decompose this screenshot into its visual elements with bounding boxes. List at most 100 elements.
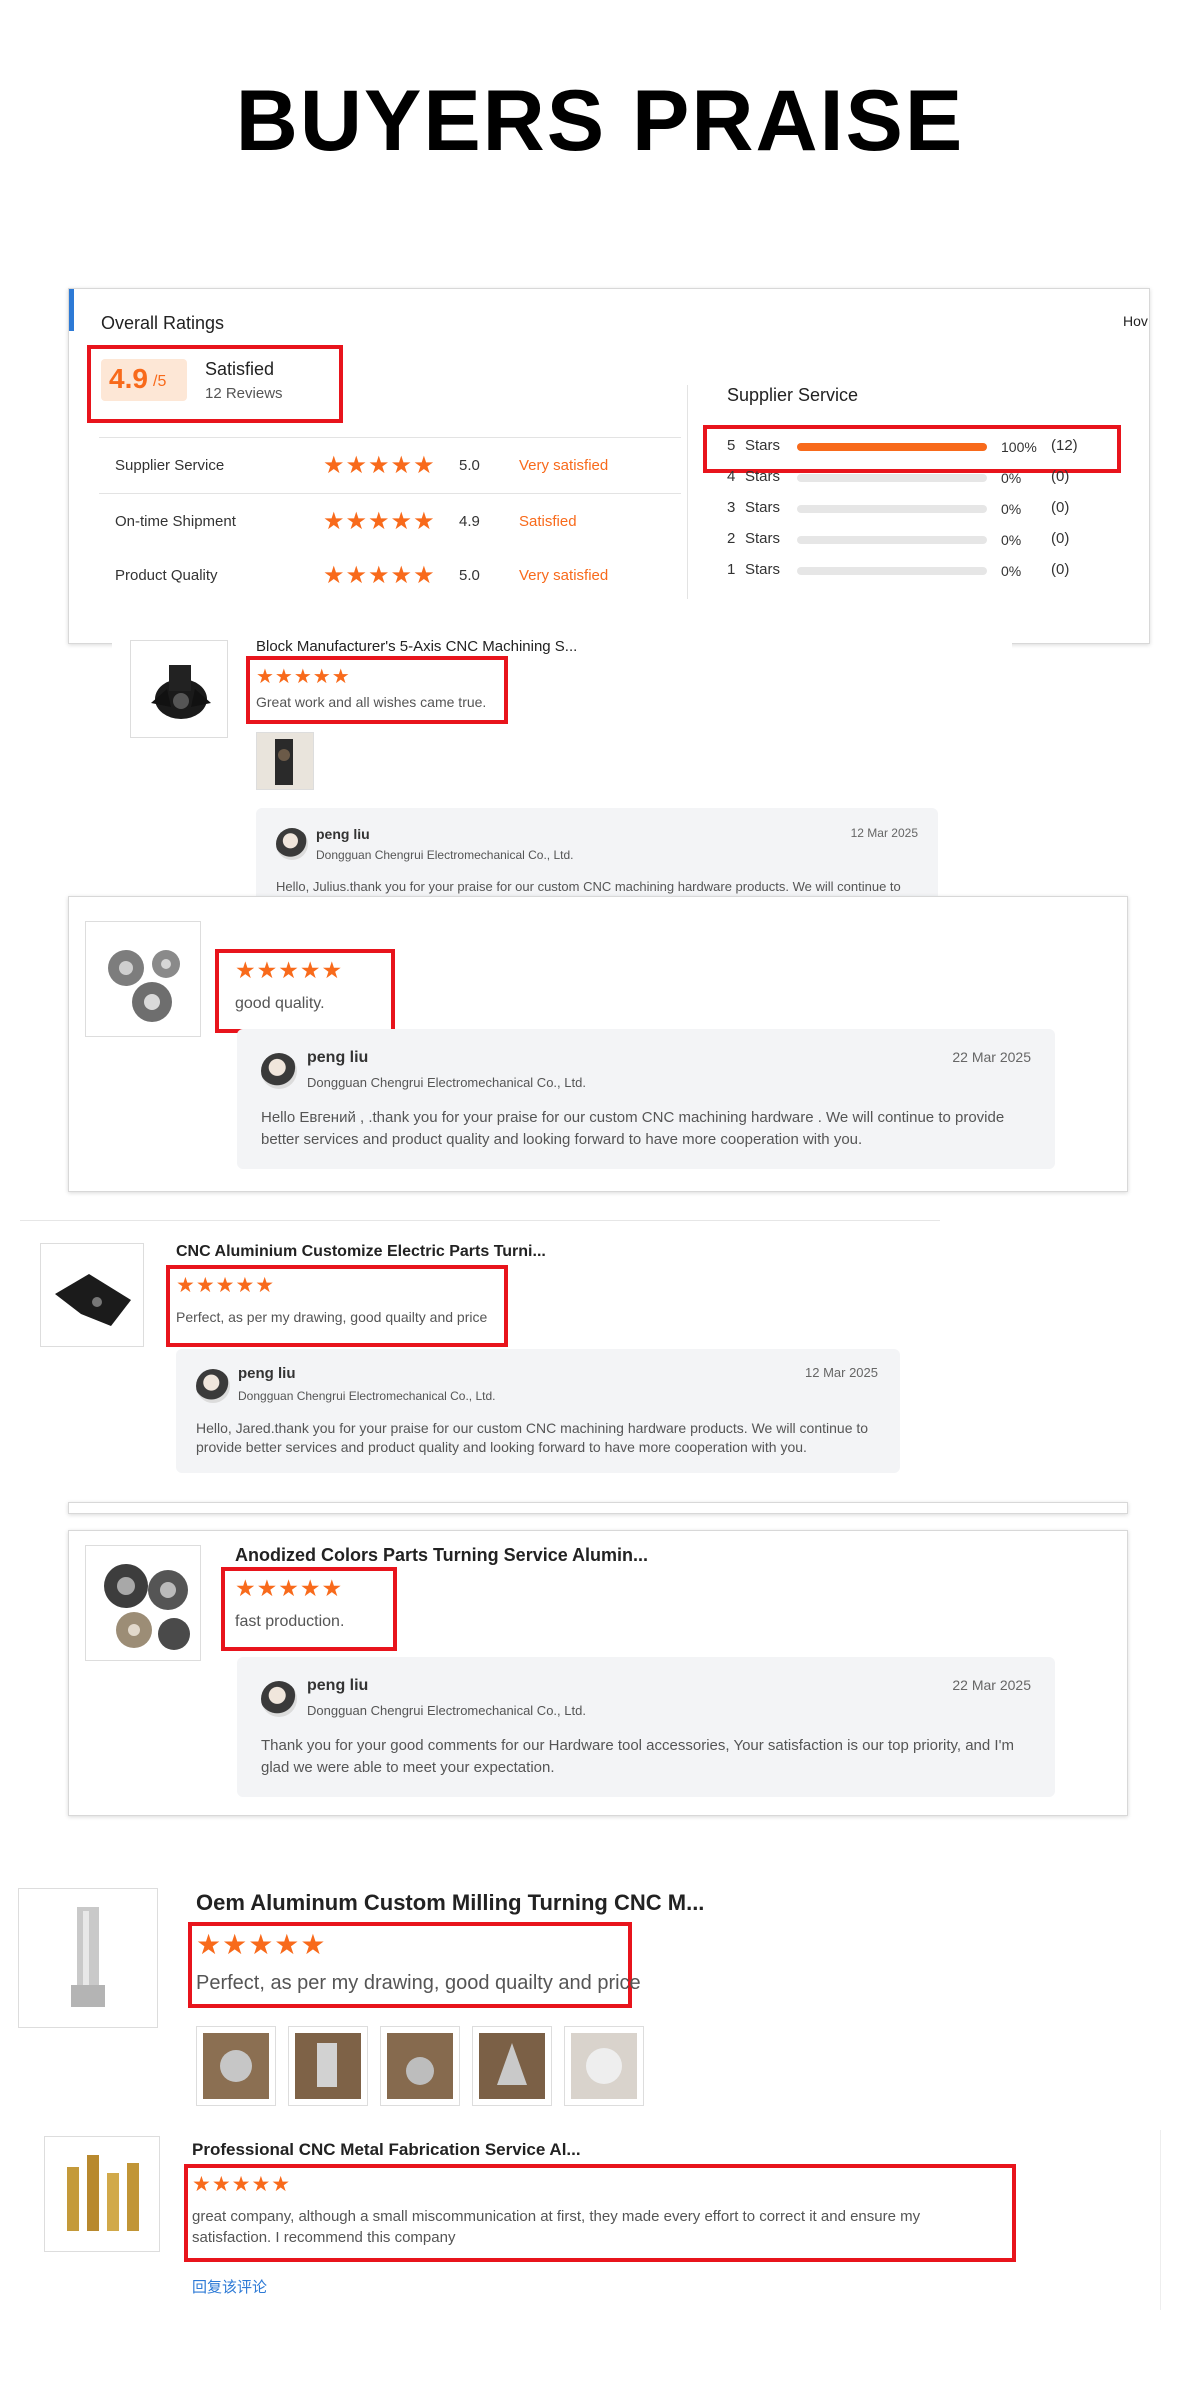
star-distribution-row: 3 Stars 0% (0) xyxy=(727,497,1107,521)
review-photo[interactable] xyxy=(564,2026,644,2106)
star-count: (12) xyxy=(1051,437,1078,454)
review-count: 12 Reviews xyxy=(205,385,283,402)
rating-bar xyxy=(797,443,987,451)
product-thumbnail[interactable] xyxy=(85,921,201,1037)
rating-stars: ★★★★★ xyxy=(323,452,436,479)
reply-date: 12 Mar 2025 xyxy=(805,1365,878,1380)
rating-row-value: 5.0 xyxy=(459,567,480,584)
star-distribution-row: 4 Stars 0% (0) xyxy=(727,466,1107,490)
product-thumbnail[interactable] xyxy=(40,1243,144,1347)
seller-name: peng liu xyxy=(238,1365,296,1382)
black-bracket-image xyxy=(55,1274,131,1326)
reply-date: 22 Mar 2025 xyxy=(952,1049,1031,1065)
star-level-label: Stars xyxy=(745,437,781,454)
seller-avatar xyxy=(261,1681,297,1717)
review-stars: ★★★★★ xyxy=(256,666,351,688)
product-thumbnail[interactable] xyxy=(130,640,228,738)
review-photo[interactable] xyxy=(472,2026,552,2106)
star-level: 3 xyxy=(727,499,736,516)
seller-company: Dongguan Chengrui Electromechanical Co.,… xyxy=(307,1075,586,1090)
product-name[interactable]: Block Manufacturer's 5-Axis CNC Machinin… xyxy=(256,638,577,655)
rating-row-value: 5.0 xyxy=(459,457,480,474)
reply-text: Hello Евгений , .thank you for your prai… xyxy=(261,1109,1005,1148)
star-level-label: Stars xyxy=(745,530,781,547)
product-thumbnail[interactable] xyxy=(18,1888,158,2028)
star-level: 1 xyxy=(727,561,736,578)
product-name[interactable]: Oem Aluminum Custom Milling Turning CNC … xyxy=(196,1890,704,1916)
review-text: fast production. xyxy=(235,1613,345,1630)
review-stars: ★★★★★ xyxy=(235,1575,344,1601)
product-name[interactable]: Professional CNC Metal Fabrication Servi… xyxy=(192,2140,581,2160)
seller-avatar xyxy=(276,828,308,860)
review-text: Perfect, as per my drawing, good quailty… xyxy=(176,1309,488,1325)
rating-row-value: 4.9 xyxy=(459,513,480,530)
review-photo-gallery xyxy=(196,2026,656,2110)
star-distribution-row: 2 Stars 0% (0) xyxy=(727,528,1107,552)
seller-company: Dongguan Chengrui Electromechanical Co.,… xyxy=(238,1389,496,1403)
review-photo[interactable] xyxy=(196,2026,276,2106)
star-count: (0) xyxy=(1051,499,1070,516)
score-badge: 4.9 /5 xyxy=(101,359,187,401)
photo-image xyxy=(203,2033,269,2099)
review-card-2: ★★★★★ good quality. peng liu Dongguan Ch… xyxy=(68,896,1128,1192)
photo-image xyxy=(387,2033,453,2099)
review-photo[interactable] xyxy=(380,2026,460,2106)
product-thumbnail[interactable] xyxy=(85,1545,201,1661)
aluminum-shaft-image xyxy=(71,1907,105,2007)
divider xyxy=(99,437,681,438)
rating-row-name: Product Quality xyxy=(115,567,218,584)
review-text: great company, although a small miscommu… xyxy=(192,2208,921,2246)
review-card-3: CNC Aluminium Customize Electric Parts T… xyxy=(20,1220,940,1481)
star-level: 4 xyxy=(727,468,736,485)
review-card-5: Oem Aluminum Custom Milling Turning CNC … xyxy=(0,1870,1200,2110)
reply-date: 12 Mar 2025 xyxy=(850,826,918,840)
star-percent: 0% xyxy=(1001,501,1022,517)
supplier-heading: Supplier Service xyxy=(727,385,859,405)
review-card-6: Professional CNC Metal Fabrication Servi… xyxy=(30,2130,1161,2310)
review-photo[interactable] xyxy=(256,732,314,790)
brass-parts-image xyxy=(67,2155,139,2231)
product-thumbnail[interactable] xyxy=(44,2136,160,2252)
card-accent xyxy=(69,289,74,331)
page-title: BUYERS PRAISE xyxy=(235,73,965,169)
rating-bar xyxy=(797,505,987,513)
rating-row: Product Quality ★★★★★ 5.0 Very satisfied xyxy=(115,559,675,595)
review-photo[interactable] xyxy=(288,2026,368,2106)
anodized-parts-image xyxy=(104,1564,190,1650)
star-count: (0) xyxy=(1051,468,1070,485)
review-stars: ★★★★★ xyxy=(192,2173,292,2196)
score-value: 4.9 xyxy=(109,363,148,394)
rating-bar xyxy=(797,536,987,544)
seller-reply: peng liu Dongguan Chengrui Electromechan… xyxy=(237,1029,1055,1169)
rating-row: Supplier Service ★★★★★ 5.0 Very satisfie… xyxy=(115,449,675,485)
star-level-label: Stars xyxy=(745,561,781,578)
review-stars: ★★★★★ xyxy=(176,1274,276,1297)
reply-text: Thank you for your good comments for our… xyxy=(261,1737,1014,1776)
review-card-1: Block Manufacturer's 5-Axis CNC Machinin… xyxy=(112,620,1012,930)
seller-name: peng liu xyxy=(316,826,370,842)
seller-avatar xyxy=(196,1369,230,1403)
black-part-image xyxy=(151,665,211,719)
rating-bar-fill xyxy=(797,443,987,451)
column-divider xyxy=(687,385,688,599)
seller-company: Dongguan Chengrui Electromechanical Co.,… xyxy=(307,1703,586,1718)
product-name[interactable]: Anodized Colors Parts Turning Service Al… xyxy=(235,1545,648,1566)
star-count: (0) xyxy=(1051,530,1070,547)
how-link[interactable]: Hov xyxy=(1123,313,1148,329)
star-percent: 0% xyxy=(1001,532,1022,548)
seller-reply: peng liu Dongguan Chengrui Electromechan… xyxy=(176,1349,900,1473)
divider xyxy=(99,493,681,494)
ratings-heading: Overall Ratings xyxy=(101,313,225,333)
star-percent: 100% xyxy=(1001,439,1037,455)
overall-ratings-card: Overall Ratings Hov 4.9 /5 Satisfied 12 … xyxy=(68,288,1150,644)
photo-image xyxy=(257,733,313,789)
star-distribution-row: 5 Stars 100% (12) xyxy=(727,435,1107,459)
rating-stars: ★★★★★ xyxy=(323,508,436,535)
rating-stars: ★★★★★ xyxy=(323,562,436,589)
reply-review-link[interactable]: 回复该评论 xyxy=(192,2276,267,2297)
product-name[interactable]: CNC Aluminium Customize Electric Parts T… xyxy=(176,1243,546,1261)
star-level: 5 xyxy=(727,437,736,454)
star-level-label: Stars xyxy=(745,468,781,485)
score-suffix: /5 xyxy=(153,373,167,390)
photo-image xyxy=(295,2033,361,2099)
